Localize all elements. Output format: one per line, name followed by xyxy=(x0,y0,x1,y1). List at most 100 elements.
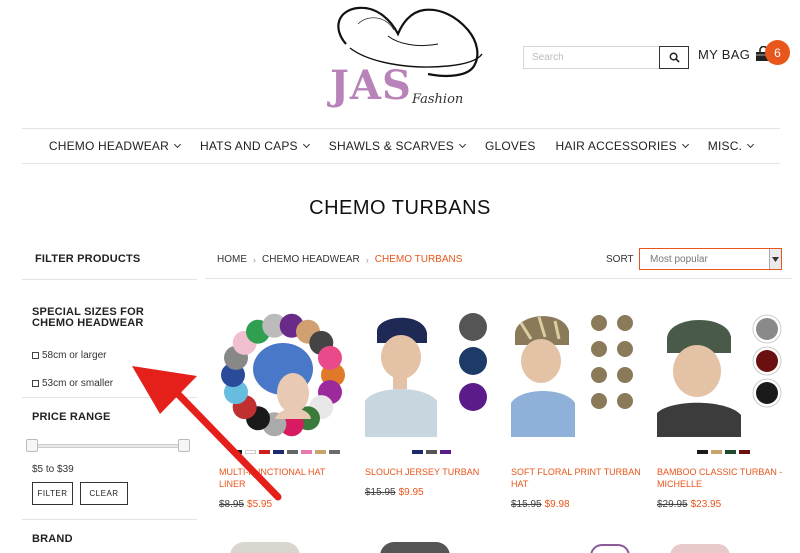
price-range-heading: PRICE RANGE xyxy=(32,411,111,423)
product-card[interactable]: SOFT FLORAL PRINT TURBAN HAT $15.95 $9.98 xyxy=(511,309,643,510)
product-price: $8.95 $5.95 xyxy=(219,499,351,510)
breadcrumb: HOME › CHEMO HEADWEAR › CHEMO TURBANS xyxy=(217,254,462,265)
color-swatch[interactable] xyxy=(738,450,750,454)
color-swatch[interactable] xyxy=(272,450,284,454)
my-bag-label: MY BAG xyxy=(698,46,751,62)
color-swatch[interactable] xyxy=(244,450,256,454)
sale-price: $9.98 xyxy=(544,499,570,510)
color-swatches xyxy=(657,450,789,456)
product-name[interactable]: MULTI-FUNCTIONAL HAT LINER xyxy=(219,466,351,490)
original-price: $15.95 xyxy=(511,499,542,510)
search-input[interactable] xyxy=(523,46,659,69)
product-price: $15.95 $9.98 xyxy=(511,499,643,510)
breadcrumb-separator-icon: › xyxy=(365,254,369,265)
product-image-partial xyxy=(590,544,630,553)
original-price: $8.95 xyxy=(219,499,245,510)
sale-price: $5.95 xyxy=(247,499,273,510)
product-image-partial xyxy=(670,544,730,553)
logo-subtitle: Fashion xyxy=(412,92,464,107)
product-card[interactable]: MULTI-FUNCTIONAL HAT LINER $8.95 $5.95 xyxy=(219,309,351,510)
slider-min-handle[interactable] xyxy=(26,439,38,452)
color-swatch[interactable] xyxy=(439,450,451,454)
filter-option-53cm[interactable]: 53cm or smaller xyxy=(32,378,197,389)
product-name[interactable]: BAMBOO CLASSIC TURBAN - MICHELLE xyxy=(657,466,789,490)
breadcrumb-chemo-headwear[interactable]: CHEMO HEADWEAR xyxy=(262,254,360,265)
nav-item-label: HATS AND CAPS xyxy=(200,139,298,153)
filter-option-label: 58cm or larger xyxy=(42,350,107,361)
color-swatch[interactable] xyxy=(328,450,340,454)
nav-item-misc[interactable]: MISC. xyxy=(698,139,763,153)
nav-item-label: HAIR ACCESSORIES xyxy=(555,139,677,153)
product-image[interactable] xyxy=(511,309,643,437)
color-swatches xyxy=(365,450,497,456)
checkbox[interactable] xyxy=(32,352,39,359)
sale-price: $23.95 xyxy=(690,499,722,510)
sort-select[interactable]: Most popular xyxy=(639,248,782,270)
nav-item-hats-and-caps[interactable]: HATS AND CAPS xyxy=(190,139,319,153)
product-price: $15.95 $9.95 xyxy=(365,487,497,498)
product-card[interactable]: SLOUCH JERSEY TURBAN $15.95 $9.95 xyxy=(365,309,497,498)
search-button[interactable] xyxy=(659,46,689,69)
nav-item-hair-accessories[interactable]: HAIR ACCESSORIES xyxy=(546,139,698,153)
filter-products-heading: FILTER PRODUCTS xyxy=(35,253,141,265)
color-swatches xyxy=(219,450,351,456)
color-swatch[interactable] xyxy=(710,450,722,454)
clear-button[interactable]: CLEAR xyxy=(80,482,128,505)
product-image[interactable] xyxy=(657,309,789,437)
product-image-partial xyxy=(230,542,300,553)
product-name[interactable]: SOFT FLORAL PRINT TURBAN HAT xyxy=(511,466,643,490)
nav-item-chemo-headwear[interactable]: CHEMO HEADWEAR xyxy=(39,139,190,153)
color-swatch[interactable] xyxy=(696,450,708,454)
color-swatch[interactable] xyxy=(411,450,423,454)
bag-count-badge: 6 xyxy=(765,40,790,65)
main-navigation: CHEMO HEADWEAR HATS AND CAPS SHAWLS & SCAR… xyxy=(22,128,780,164)
filter-option-label: 53cm or smaller xyxy=(42,378,114,389)
product-image[interactable] xyxy=(219,309,351,437)
filter-button[interactable]: FILTER xyxy=(32,482,73,505)
nav-item-label: SHAWLS & SCARVES xyxy=(328,139,454,153)
brand-heading[interactable]: BRAND xyxy=(22,520,197,545)
color-swatch[interactable] xyxy=(314,450,326,454)
chevron-down-icon xyxy=(458,140,467,149)
chevron-down-icon xyxy=(681,140,689,149)
my-bag[interactable]: MY BAG 6 xyxy=(698,40,790,65)
slider-track[interactable] xyxy=(32,444,184,448)
page-title: CHEMO TURBANS xyxy=(309,197,491,219)
nav-item-gloves[interactable]: GLOVES xyxy=(475,139,546,153)
product-image-partial xyxy=(380,542,450,553)
filter-option-58cm[interactable]: 58cm or larger xyxy=(32,350,197,361)
breadcrumb-separator-icon: › xyxy=(253,254,256,265)
slider-max-handle[interactable] xyxy=(178,439,190,452)
chevron-down-icon xyxy=(747,140,755,149)
color-swatch[interactable] xyxy=(300,450,312,454)
color-swatch[interactable] xyxy=(258,450,270,454)
color-swatch[interactable] xyxy=(724,450,736,454)
hat-color-thumb xyxy=(317,345,342,370)
price-filter-actions: FILTER CLEAR xyxy=(32,482,197,505)
sale-price: $9.95 xyxy=(398,487,424,498)
product-card[interactable]: BAMBOO CLASSIC TURBAN - MICHELLE $29.95 $… xyxy=(657,309,789,510)
nav-item-label: CHEMO HEADWEAR xyxy=(48,139,169,153)
search-bar xyxy=(523,46,689,69)
checkbox[interactable] xyxy=(32,380,39,387)
chevron-down-icon xyxy=(302,140,310,149)
product-image[interactable] xyxy=(365,309,497,437)
divider xyxy=(205,278,792,279)
original-price: $15.95 xyxy=(365,487,396,498)
price-range-value: $5 to $39 xyxy=(32,464,74,475)
color-swatch[interactable] xyxy=(425,450,437,454)
breadcrumb-home[interactable]: HOME xyxy=(217,254,247,265)
color-swatches xyxy=(511,450,643,456)
nav-item-label: GLOVES xyxy=(484,139,536,153)
search-icon xyxy=(669,52,680,63)
dropdown-arrow-icon[interactable] xyxy=(769,249,781,269)
sort-label: SORT xyxy=(606,254,634,265)
price-range-slider[interactable] xyxy=(26,439,194,453)
product-price: $29.95 $23.95 xyxy=(657,499,789,510)
product-name[interactable]: SLOUCH JERSEY TURBAN xyxy=(365,466,497,478)
nav-item-shawls-scarves[interactable]: SHAWLS & SCARVES xyxy=(319,139,475,153)
color-swatch[interactable] xyxy=(230,450,242,454)
chevron-down-icon xyxy=(173,140,182,149)
special-sizes-heading: SPECIAL SIZES FOR CHEMO HEADWEAR xyxy=(32,306,144,329)
color-swatch[interactable] xyxy=(286,450,298,454)
